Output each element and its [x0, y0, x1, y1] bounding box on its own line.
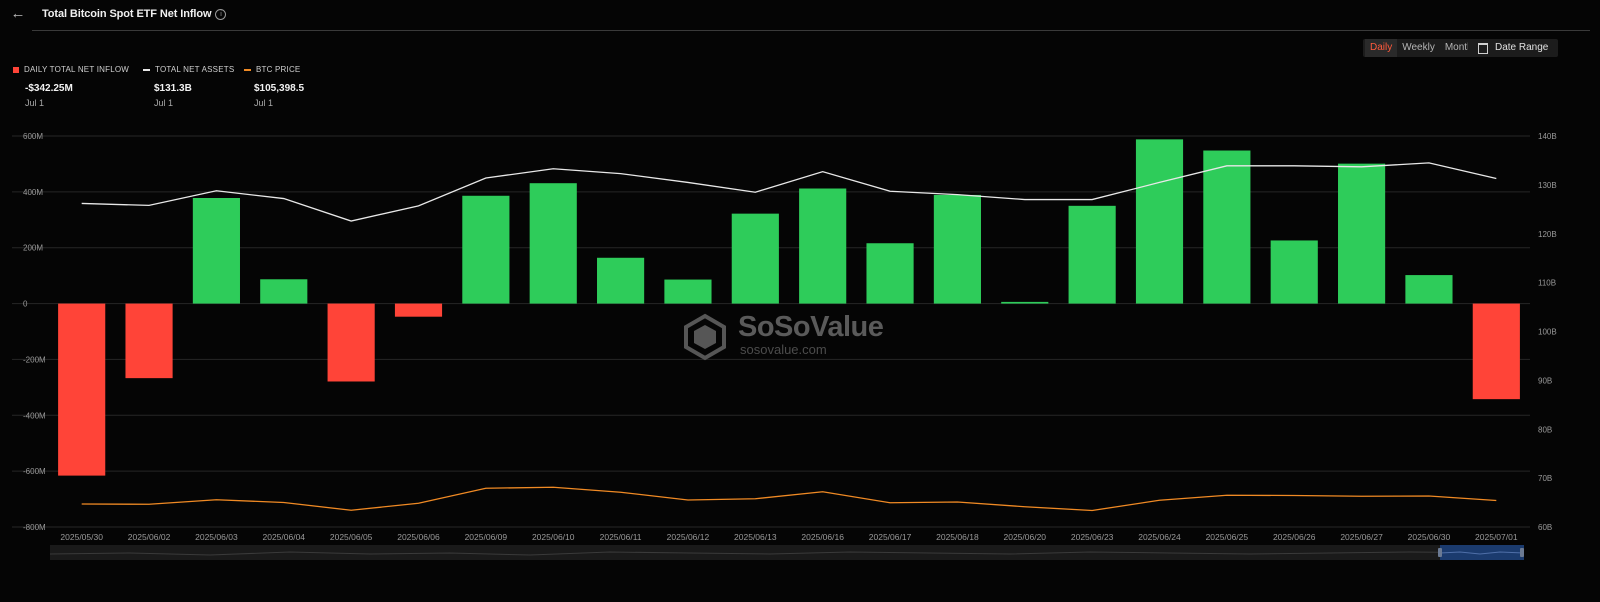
x-tick-label: 2025/06/10: [532, 532, 575, 542]
inflow-bar: [260, 279, 308, 304]
inflow-bar: [192, 198, 240, 304]
x-tick-label: 2025/06/25: [1206, 532, 1249, 542]
inflow-bar: [1472, 303, 1520, 400]
y-left-tick-label: -200M: [23, 355, 46, 364]
navigator-left-handle[interactable]: [1438, 548, 1442, 557]
inflow-bar: [731, 213, 779, 304]
inflow-bar: [529, 183, 577, 304]
y-left-tick-label: -800M: [23, 523, 46, 532]
inflow-bar: [1338, 163, 1386, 304]
inflow-bar: [1135, 139, 1184, 304]
inflow-bar: [866, 243, 914, 304]
y-left-tick-label: 0: [23, 300, 28, 309]
x-tick-label: 2025/06/09: [465, 532, 508, 542]
x-tick-label: 2025/06/26: [1273, 532, 1316, 542]
x-tick-label: 2025/06/03: [195, 532, 238, 542]
inflow-chart: 600M 400M 200M 0 -200M -400M -600M -800M 140B 130…: [12, 132, 1557, 542]
y-right-tick-label: 90B: [1538, 376, 1552, 385]
range-navigator[interactable]: [50, 545, 1524, 560]
x-tick-label: 2025/06/18: [936, 532, 979, 542]
navigator-sparkline: [50, 551, 1524, 556]
navigator-window[interactable]: [1440, 545, 1524, 560]
x-tick-label: 2025/06/04: [262, 532, 305, 542]
x-tick-label: 2025/06/24: [1138, 532, 1181, 542]
x-tick-label: 2025/06/02: [128, 532, 171, 542]
x-tick-label: 2025/05/30: [60, 532, 103, 542]
inflow-bar: [1001, 301, 1049, 304]
inflow-bar: [799, 188, 847, 304]
y-right-tick-label: 110B: [1538, 279, 1556, 288]
inflow-bar: [664, 279, 712, 304]
x-tick-label: 2025/06/05: [330, 532, 373, 542]
inflow-bars: [58, 139, 1520, 476]
inflow-bar: [933, 194, 981, 304]
x-tick-label: 2025/06/27: [1340, 532, 1383, 542]
x-tick-label: 2025/06/12: [667, 532, 710, 542]
navigator-window-sparkline: [1440, 551, 1524, 555]
inflow-bar: [1203, 150, 1251, 304]
y-left-tick-label: -400M: [23, 411, 46, 420]
inflow-bar: [1270, 240, 1318, 304]
y-left-tick-label: 200M: [23, 244, 43, 253]
x-tick-label: 2025/06/23: [1071, 532, 1114, 542]
navigator-right-handle[interactable]: [1520, 548, 1524, 557]
inflow-bar: [58, 303, 106, 476]
x-tick-label: 2025/06/06: [397, 532, 440, 542]
y-right-tick-label: 130B: [1538, 181, 1557, 190]
y-left-tick-label: 400M: [23, 188, 43, 197]
x-tick-label: 2025/07/01: [1475, 532, 1518, 542]
x-tick-label: 2025/06/13: [734, 532, 777, 542]
x-tick-label: 2025/06/30: [1408, 532, 1451, 542]
y-right-tick-label: 60B: [1538, 523, 1552, 532]
y-left-tick-label: -600M: [23, 467, 46, 476]
y-right-tick-label: 80B: [1538, 425, 1552, 434]
y-right-tick-label: 70B: [1538, 474, 1552, 483]
watermark-logo: [684, 313, 726, 361]
btc-price-line: [81, 486, 1497, 512]
y-right-tick-label: 100B: [1538, 328, 1557, 337]
watermark-url: sosovalue.com: [740, 342, 827, 357]
x-tick-label: 2025/06/17: [869, 532, 912, 542]
x-tick-label: 2025/06/20: [1003, 532, 1046, 542]
y-right-tick-label: 140B: [1538, 132, 1557, 141]
inflow-bar: [125, 303, 173, 379]
inflow-bar: [597, 257, 645, 304]
x-tick-label: 2025/06/16: [801, 532, 844, 542]
x-tick-label: 2025/06/11: [600, 532, 642, 542]
y-left-tick-label: 600M: [23, 132, 43, 141]
inflow-bar: [1068, 205, 1116, 304]
inflow-bar: [394, 303, 443, 317]
y-right-tick-label: 120B: [1538, 230, 1557, 239]
watermark-name: SoSoValue: [738, 311, 884, 343]
inflow-bar: [1405, 275, 1453, 304]
inflow-bar: [327, 303, 375, 382]
inflow-bar: [462, 195, 510, 304]
